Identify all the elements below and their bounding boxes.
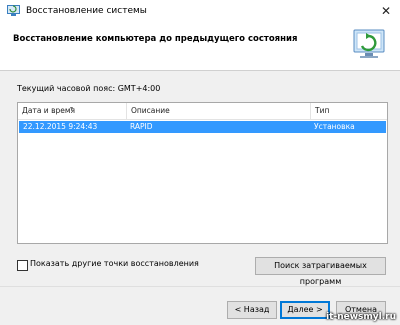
column-header-type[interactable]: Тип (310, 103, 387, 119)
table-row[interactable]: 22.12.2015 9:24:43 RAPID Установка (19, 121, 386, 133)
back-button[interactable]: < Назад (227, 301, 277, 319)
table-header: Дата и время ▾ Описание Тип (18, 103, 387, 120)
column-header-description[interactable]: Описание (126, 103, 310, 119)
cell-description: RAPID (130, 122, 153, 131)
main-panel: Текущий часовой пояс: GMT+4:00 Дата и вр… (0, 71, 400, 286)
column-header-date-label: Дата и время (22, 106, 76, 115)
sort-caret-icon: ▾ (70, 105, 74, 112)
show-more-label: Показать другие точки восстановления (30, 259, 199, 268)
cell-date: 22.12.2015 9:24:43 (23, 122, 98, 131)
header-band: Восстановление компьютера до предыдущего… (0, 22, 400, 71)
show-more-checkbox[interactable] (17, 260, 28, 271)
watermark: it-newsmyl.ru (326, 312, 396, 322)
cell-type: Установка (314, 122, 355, 131)
system-restore-icon (353, 29, 385, 58)
scan-affected-programs-button[interactable]: Поиск затрагиваемых программ (255, 257, 386, 286)
timezone-label: Текущий часовой пояс: GMT+4:00 (17, 84, 161, 93)
system-restore-app-icon (7, 5, 20, 16)
column-header-date[interactable]: Дата и время ▾ (18, 103, 126, 119)
page-heading: Восстановление компьютера до предыдущего… (13, 34, 298, 44)
next-button[interactable]: Далее > (280, 301, 330, 319)
close-icon[interactable]: ✕ (372, 0, 400, 22)
title-bar: Восстановление системы ✕ (0, 0, 400, 23)
restore-points-table[interactable]: Дата и время ▾ Описание Тип 22.12.2015 9… (17, 102, 388, 244)
window-title: Восстановление системы (26, 6, 147, 16)
